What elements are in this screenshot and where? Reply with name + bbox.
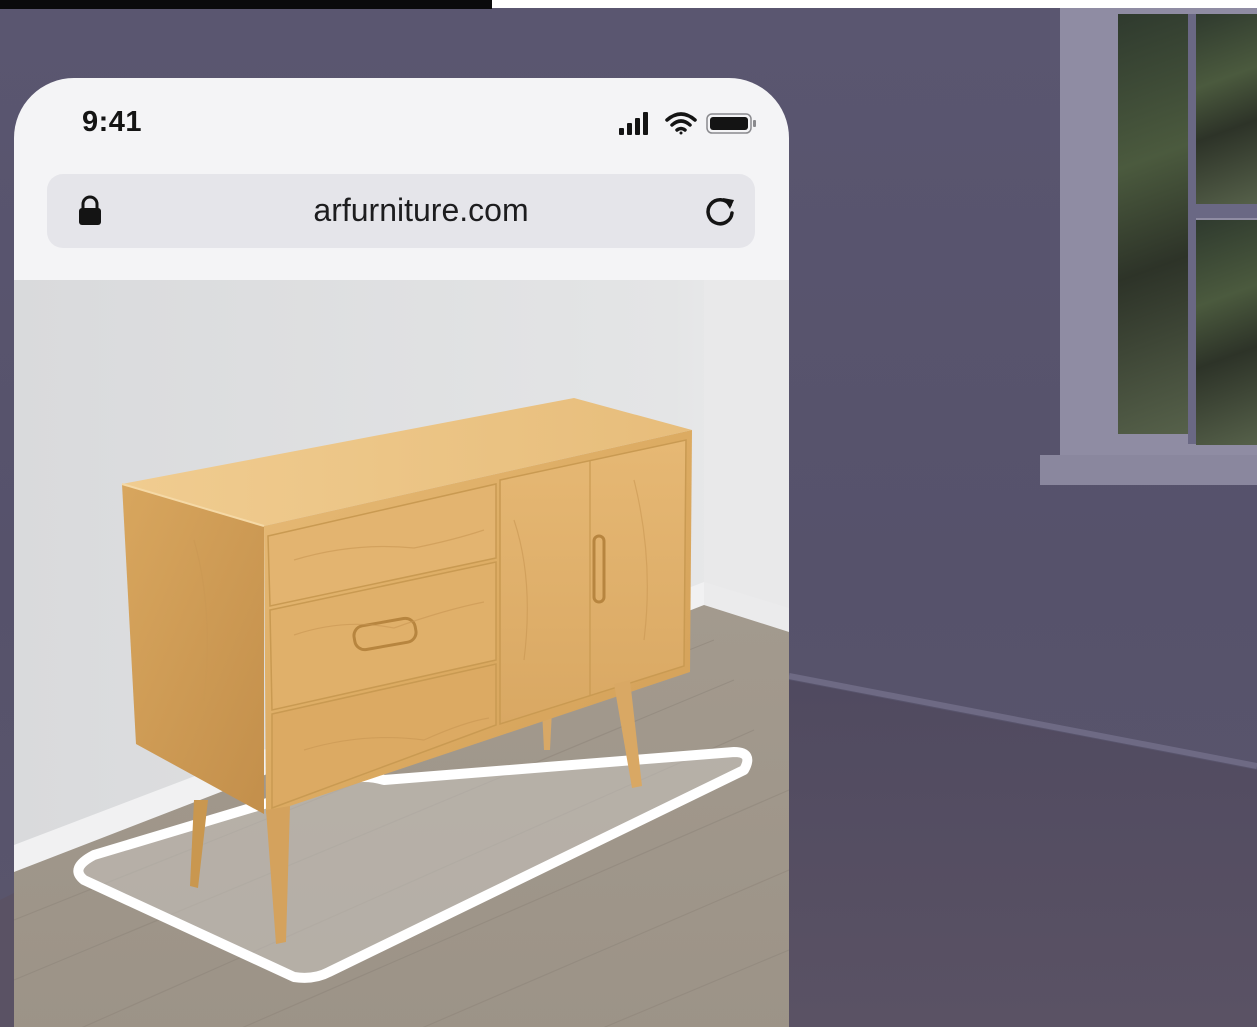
background-window-mullion [1196, 204, 1257, 218]
background-window-pane [1196, 14, 1257, 204]
url-text: arfurniture.com [313, 192, 529, 228]
background-window-mullion [1188, 14, 1196, 444]
ar-marketing-screen: 9:41 arfurniture.com [0, 0, 1257, 1027]
phone-device: 9:41 arfurniture.com [14, 78, 789, 1027]
status-icons [619, 112, 756, 135]
cellular-signal-icon [619, 112, 648, 135]
wifi-icon [665, 112, 697, 135]
top-letterbox-bar [0, 0, 492, 9]
top-white-strip [492, 0, 1257, 8]
background-window-pane [1196, 220, 1257, 445]
reload-icon[interactable] [701, 192, 739, 230]
ar-camera-view[interactable] [14, 280, 789, 1027]
status-time: 9:41 [82, 106, 143, 138]
battery-icon [706, 113, 756, 134]
room-wall-corner [704, 280, 789, 620]
background-window-sill [1040, 455, 1257, 485]
address-bar[interactable]: arfurniture.com [47, 174, 755, 248]
background-window-pane [1118, 14, 1188, 434]
